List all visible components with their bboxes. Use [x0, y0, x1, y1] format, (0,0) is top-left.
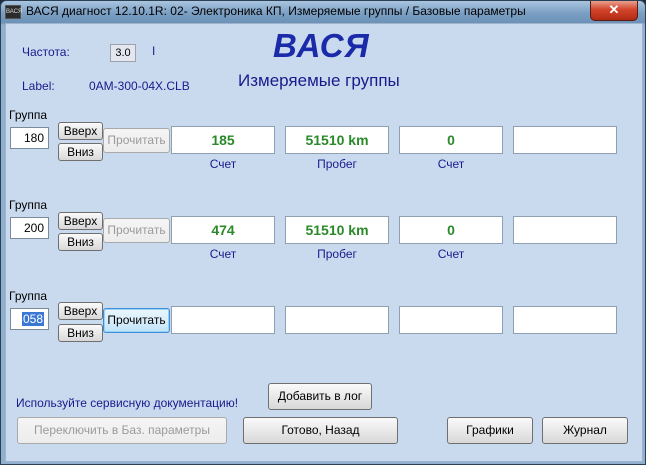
window-title: ВАСЯ диагност 12.10.1R: 02- Электроника …	[26, 4, 526, 18]
value-field-2	[285, 306, 389, 334]
value-field-1: 474	[171, 216, 275, 244]
group-number-selection: 058	[21, 312, 44, 326]
group-up-button[interactable]: Вверх	[58, 122, 103, 140]
journal-button[interactable]: Журнал	[542, 417, 628, 444]
group-down-button[interactable]: Вниз	[58, 143, 103, 161]
service-doc-hint: Используйте сервисную документацию!	[16, 396, 239, 410]
switch-basic-params-button[interactable]: Переключить в Баз. параметры	[17, 417, 227, 444]
app-icon: ВАСЯ	[5, 5, 22, 19]
unit-label-3: Счет	[437, 157, 465, 171]
value-field-2: 51510 km	[285, 126, 389, 154]
value-field-4	[513, 126, 617, 154]
value-field-1	[171, 306, 275, 334]
group-down-button[interactable]: Вниз	[58, 324, 103, 342]
value-field-2: 51510 km	[285, 216, 389, 244]
frequency-value: 3.0	[110, 44, 136, 62]
read-button[interactable]: Прочитать	[103, 308, 170, 333]
graphs-button[interactable]: Графики	[447, 417, 533, 444]
unit-label-3: Счет	[437, 247, 465, 261]
frequency-indicator: I	[152, 44, 156, 58]
unit-label-2: Пробег	[317, 157, 357, 171]
value-field-3: 0	[399, 126, 503, 154]
value-field-3	[399, 306, 503, 334]
close-button[interactable]: ✕	[590, 1, 638, 21]
unit-label-2: Пробег	[317, 247, 357, 261]
group-number-input[interactable]: 058	[10, 308, 49, 330]
label-caption: Label:	[22, 79, 55, 93]
value-field-3: 0	[399, 216, 503, 244]
value-field-4	[513, 216, 617, 244]
group-up-button[interactable]: Вверх	[58, 212, 103, 230]
group-caption: Группа	[9, 198, 48, 212]
read-button[interactable]: Прочитать	[103, 128, 170, 153]
app-window: ВАСЯ ВАСЯ диагност 12.10.1R: 02- Электро…	[0, 0, 646, 465]
value-field-1: 185	[171, 126, 275, 154]
page-subtitle: Измеряемые группы	[238, 71, 400, 90]
brand-title: ВАСЯ	[273, 27, 370, 64]
unit-label-1: Счет	[209, 247, 237, 261]
group-down-button[interactable]: Вниз	[58, 233, 103, 251]
frequency-label: Частота:	[22, 45, 70, 59]
group-up-button[interactable]: Вверх	[58, 302, 103, 320]
value-field-4	[513, 306, 617, 334]
client-area: Частота: 3.0 I Label: 0AM-300-04X.CLB ВА…	[5, 23, 643, 462]
group-caption: Группа	[9, 289, 48, 303]
unit-label-1: Счет	[209, 157, 237, 171]
label-file: 0AM-300-04X.CLB	[89, 79, 190, 93]
done-back-button[interactable]: Готово, Назад	[243, 417, 398, 444]
add-to-log-button[interactable]: Добавить в лог	[268, 383, 372, 410]
read-button[interactable]: Прочитать	[103, 218, 170, 243]
group-number-input[interactable]: 180	[10, 127, 49, 149]
title-bar[interactable]: ВАСЯ ВАСЯ диагност 12.10.1R: 02- Электро…	[1, 1, 645, 23]
group-number-input[interactable]: 200	[10, 217, 49, 239]
group-caption: Группа	[9, 108, 48, 122]
